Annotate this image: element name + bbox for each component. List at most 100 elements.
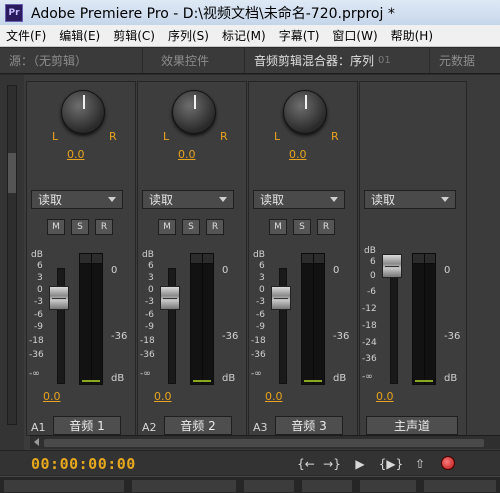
pan-left-label: L [274, 130, 281, 143]
timecode-display[interactable]: 00:00:00:00 [31, 455, 136, 473]
solo-button[interactable]: S [293, 219, 311, 235]
pan-knob[interactable] [172, 90, 216, 134]
tick-label: 0 [444, 265, 451, 276]
automation-mode-select[interactable]: 读取 [142, 190, 234, 209]
pan-value[interactable]: 0.0 [289, 148, 307, 161]
scroll-left-arrow-icon[interactable] [34, 438, 39, 446]
tab-audio-clip-mixer[interactable]: 音频剪辑混合器：序列 01 [245, 48, 430, 73]
tick-label: -6 [256, 310, 265, 320]
tab-effect-controls[interactable]: 效果控件 [143, 48, 245, 73]
mute-button[interactable]: M [158, 219, 176, 235]
bottom-tab[interactable] [132, 480, 236, 492]
mute-button[interactable]: M [269, 219, 287, 235]
tick-label: -9 [256, 322, 265, 332]
record-enable-button[interactable]: R [317, 219, 335, 235]
pan-value[interactable]: 0.0 [67, 148, 85, 161]
panel-tabs: 源：（无剪辑） 效果控件 音频剪辑混合器：序列 01 元数据 [0, 48, 500, 74]
volume-fader-handle[interactable] [271, 286, 291, 310]
automation-mode-select[interactable]: 读取 [31, 190, 123, 209]
tick-label: -12 [362, 304, 377, 314]
play-in-to-out-icon[interactable]: {▶} [378, 456, 404, 472]
record-enable-button[interactable]: R [95, 219, 113, 235]
channel-a3: L R 0.0 读取 M S R dB 6 3 0 -3 -6 -9 -18 -… [248, 81, 358, 436]
tick-label: dB [364, 246, 376, 256]
loop-icon[interactable]: ⇧ [410, 456, 430, 472]
master-track-name[interactable]: 主声道 [366, 416, 458, 435]
level-meter [412, 253, 436, 385]
tab-metadata[interactable]: 元数据 [430, 48, 500, 73]
volume-value[interactable]: 0.0 [376, 390, 394, 403]
volume-value[interactable]: 0.0 [265, 390, 283, 403]
bottom-tab[interactable] [4, 480, 124, 492]
tab-source-label: 源：（无剪辑） [9, 54, 88, 68]
tick-label: 0 [111, 265, 118, 276]
volume-fader-handle[interactable] [49, 286, 69, 310]
meter-level [304, 380, 322, 382]
menu-file[interactable]: 文件(F) [0, 27, 53, 44]
vertical-scroll-rail[interactable] [7, 85, 17, 425]
tick-label: -3 [34, 297, 43, 307]
go-to-in-icon[interactable]: {← [296, 456, 316, 472]
tick-label: 0 [370, 271, 376, 281]
track-name-field[interactable]: 音频 3 [275, 416, 343, 435]
pan-knob[interactable] [283, 90, 327, 134]
automation-mode-select[interactable]: 读取 [253, 190, 345, 209]
go-to-out-icon[interactable]: →} [322, 456, 342, 472]
tick-label: 0 [259, 285, 265, 295]
vertical-scroll-thumb[interactable] [8, 153, 16, 193]
bottom-tab[interactable] [424, 480, 496, 492]
tab-effect-controls-label: 效果控件 [161, 54, 210, 68]
solo-button[interactable]: S [182, 219, 200, 235]
menu-window[interactable]: 窗口(W) [326, 27, 384, 44]
track-name-field[interactable]: 音频 2 [164, 416, 232, 435]
automation-mode-select[interactable]: 读取 [364, 190, 456, 209]
menu-title[interactable]: 字幕(T) [273, 27, 327, 44]
bottom-tab[interactable] [302, 480, 352, 492]
tick-label: -∞ [251, 369, 262, 379]
tick-label: 0 [333, 265, 340, 276]
bottom-tab[interactable] [244, 480, 294, 492]
menu-clip[interactable]: 剪辑(C) [107, 27, 162, 44]
bottom-tab[interactable] [360, 480, 416, 492]
horizontal-scroll-thumb[interactable] [44, 439, 484, 447]
menu-edit[interactable]: 编辑(E) [53, 27, 107, 44]
tab-source[interactable]: 源：（无剪辑） [0, 48, 143, 73]
pan-left-label: L [163, 130, 170, 143]
tick-label: -6 [367, 287, 376, 297]
volume-value[interactable]: 0.0 [154, 390, 172, 403]
mute-button[interactable]: M [47, 219, 65, 235]
pan-knob-a1[interactable]: L R [52, 90, 117, 146]
pan-knob-a3[interactable]: L R [274, 90, 339, 146]
meter-level [193, 380, 211, 382]
menu-marker[interactable]: 标记(M) [216, 27, 273, 44]
tick-label: -6 [34, 310, 43, 320]
track-id: A2 [142, 421, 157, 434]
volume-value[interactable]: 0.0 [43, 390, 61, 403]
automation-mode-label: 读取 [149, 193, 174, 207]
tick-label: -36 [222, 331, 239, 342]
pan-knob-a2[interactable]: L R [163, 90, 228, 146]
track-name-field[interactable]: 音频 1 [53, 416, 121, 435]
tick-label: 6 [259, 261, 265, 271]
menu-help[interactable]: 帮助(H) [385, 27, 440, 44]
tick-label: -3 [145, 297, 154, 307]
volume-fader-handle[interactable] [160, 286, 180, 310]
pan-right-label: R [220, 130, 228, 143]
volume-fader-handle[interactable] [382, 254, 402, 278]
solo-button[interactable]: S [71, 219, 89, 235]
automation-mode-label: 读取 [38, 193, 63, 207]
menu-sequence[interactable]: 序列(S) [162, 27, 216, 44]
pan-knob[interactable] [61, 90, 105, 134]
record-icon[interactable] [441, 456, 455, 470]
play-icon[interactable]: ▶ [352, 456, 368, 472]
meter-divider [313, 254, 314, 384]
horizontal-scrollbar[interactable] [30, 435, 500, 449]
level-meter [79, 253, 103, 385]
record-enable-button[interactable]: R [206, 219, 224, 235]
channel-master: 读取 dB 6 0 -6 -12 -18 -24 -36 -∞ 0 -36 dB [359, 81, 467, 436]
meter-level [415, 380, 433, 382]
menu-bar: 文件(F) 编辑(E) 剪辑(C) 序列(S) 标记(M) 字幕(T) 窗口(W… [0, 25, 500, 47]
pan-right-label: R [109, 130, 117, 143]
tick-label: dB [444, 373, 458, 384]
pan-value[interactable]: 0.0 [178, 148, 196, 161]
